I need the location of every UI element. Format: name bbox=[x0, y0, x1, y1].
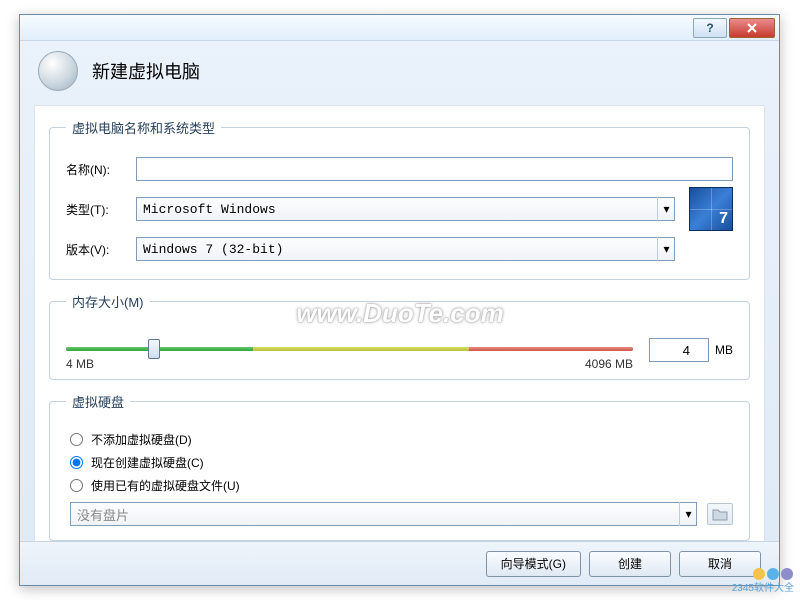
corner-logo-text: 2345软件大全 bbox=[732, 583, 794, 594]
radio-create-disk[interactable] bbox=[70, 456, 83, 469]
slider-thumb[interactable] bbox=[148, 339, 160, 359]
titlebar: ? bbox=[20, 15, 779, 41]
browse-disk-button[interactable] bbox=[707, 503, 733, 525]
globe-icon bbox=[38, 51, 78, 91]
name-input[interactable] bbox=[136, 157, 733, 181]
dialog-body: 虚拟电脑名称和系统类型 名称(N): 类型(T): ▾ 7 版本(V): bbox=[34, 105, 765, 552]
group-name-os: 虚拟电脑名称和系统类型 名称(N): 类型(T): ▾ 7 版本(V): bbox=[49, 118, 750, 280]
dialog-header: 新建虚拟电脑 bbox=[20, 41, 779, 97]
create-button[interactable]: 创建 bbox=[589, 551, 671, 577]
dialog-title: 新建虚拟电脑 bbox=[92, 58, 200, 84]
dialog-footer: 向导模式(G) 创建 取消 bbox=[20, 541, 779, 585]
disk-file-select[interactable] bbox=[70, 502, 697, 526]
type-select[interactable] bbox=[136, 197, 675, 221]
radio-create-disk-label: 现在创建虚拟硬盘(C) bbox=[91, 454, 204, 471]
help-button[interactable]: ? bbox=[693, 18, 727, 38]
memory-max-label: 4096 MB bbox=[585, 357, 633, 371]
radio-no-disk-label: 不添加虚拟硬盘(D) bbox=[91, 431, 192, 448]
group-disk-legend: 虚拟硬盘 bbox=[66, 392, 130, 411]
name-label: 名称(N): bbox=[66, 161, 136, 178]
guided-mode-button[interactable]: 向导模式(G) bbox=[486, 551, 581, 577]
version-select[interactable] bbox=[136, 237, 675, 261]
memory-slider[interactable]: 4 MB 4096 MB bbox=[66, 333, 633, 367]
group-name-os-legend: 虚拟电脑名称和系统类型 bbox=[66, 118, 221, 137]
folder-icon bbox=[712, 507, 728, 521]
group-memory-legend: 内存大小(M) bbox=[66, 292, 150, 311]
radio-existing-disk[interactable] bbox=[70, 479, 83, 492]
type-label: 类型(T): bbox=[66, 201, 136, 218]
version-label: 版本(V): bbox=[66, 241, 136, 258]
memory-value-input[interactable] bbox=[649, 338, 709, 362]
radio-existing-disk-label: 使用已有的虚拟硬盘文件(U) bbox=[91, 477, 240, 494]
group-memory: 内存大小(M) 4 MB 4096 MB ▲ ▼ MB bbox=[49, 292, 750, 380]
dialog-window: ? 新建虚拟电脑 虚拟电脑名称和系统类型 名称(N): 类型(T): ▾ bbox=[19, 14, 780, 586]
close-icon bbox=[746, 23, 758, 33]
os-logo-icon: 7 bbox=[689, 187, 733, 231]
close-button[interactable] bbox=[729, 18, 775, 38]
memory-unit: MB bbox=[715, 343, 733, 357]
memory-min-label: 4 MB bbox=[66, 357, 94, 371]
radio-no-disk[interactable] bbox=[70, 433, 83, 446]
os-logo-badge: 7 bbox=[719, 210, 728, 228]
group-disk: 虚拟硬盘 不添加虚拟硬盘(D) 现在创建虚拟硬盘(C) 使用已有的虚拟硬盘文件(… bbox=[49, 392, 750, 541]
corner-logo: 2345软件大全 bbox=[732, 568, 794, 594]
